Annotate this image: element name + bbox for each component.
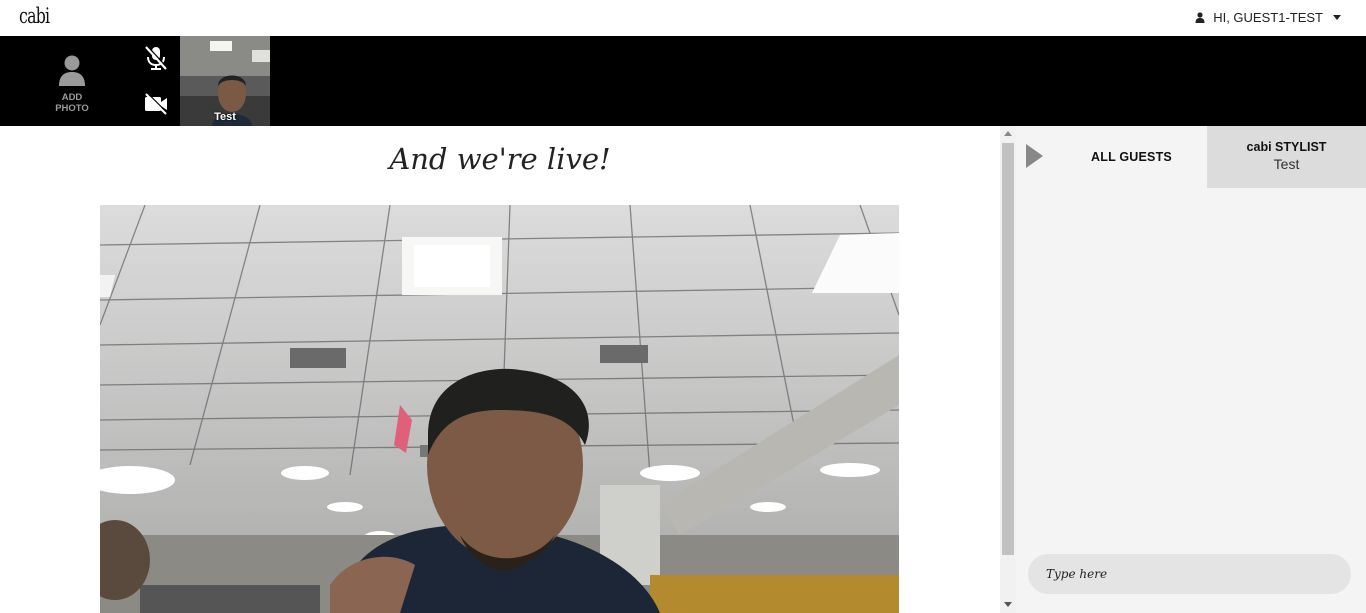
main-stage: And we're live!	[0, 126, 1000, 613]
camera-off-icon	[145, 92, 168, 115]
main-video[interactable]	[100, 205, 899, 613]
user-menu[interactable]: HI, GUEST1-TEST	[1195, 10, 1341, 25]
chevron-down-icon	[1333, 15, 1341, 20]
thumbnail-name: Test	[214, 111, 236, 123]
chat-panel: ALL GUESTS cabi STYLIST Test	[1016, 126, 1366, 613]
page-title: And we're live!	[389, 142, 611, 176]
play-triangle-icon[interactable]	[1026, 144, 1043, 168]
main-video-image	[100, 205, 899, 613]
main-scrollbar[interactable]	[1000, 126, 1016, 613]
self-video-thumbnail[interactable]: Test	[180, 36, 270, 126]
tab-stylist-title: cabi STYLIST	[1246, 140, 1327, 154]
top-bar: cabi HI, GUEST1-TEST	[0, 0, 1366, 36]
scroll-down-arrow-icon[interactable]	[1004, 602, 1012, 607]
disable-camera-button[interactable]	[142, 90, 170, 118]
add-photo-button[interactable]: ADD PHOTO	[40, 50, 104, 114]
person-icon	[59, 55, 85, 86]
chat-message-input[interactable]	[1028, 554, 1351, 594]
tab-all-guests[interactable]: ALL GUESTS	[1056, 126, 1207, 188]
scroll-up-arrow-icon[interactable]	[1004, 131, 1012, 136]
user-greeting: HI, GUEST1-TEST	[1213, 10, 1323, 25]
user-icon	[1195, 12, 1205, 23]
video-strip: ADD PHOTO Test	[0, 36, 1366, 126]
mute-microphone-button[interactable]	[142, 44, 170, 72]
tab-stylist-name: Test	[1273, 156, 1300, 172]
add-photo-label-1: ADD	[61, 92, 83, 103]
cabi-logo[interactable]: cabi	[19, 4, 50, 28]
scrollbar-thumb[interactable]	[1002, 143, 1014, 555]
tab-cabi-stylist[interactable]: cabi STYLIST Test	[1207, 126, 1366, 188]
mic-off-icon	[145, 45, 168, 70]
add-photo-label-2: PHOTO	[55, 103, 89, 114]
